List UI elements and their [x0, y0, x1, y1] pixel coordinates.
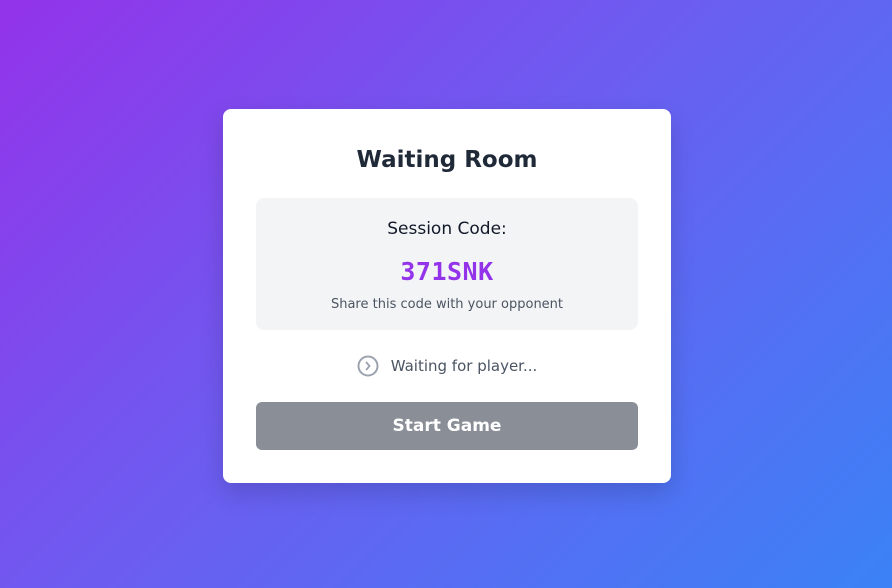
waiting-room-card: Waiting Room Session Code: 371SNK Share …	[223, 109, 671, 483]
page-title: Waiting Room	[356, 147, 538, 173]
session-code-value[interactable]: 371SNK	[256, 257, 638, 287]
spinner-icon	[357, 355, 379, 377]
waiting-status: Waiting for player...	[256, 354, 638, 378]
start-game-button[interactable]: Start Game	[256, 402, 638, 450]
session-code-panel: Session Code: 371SNK Share this code wit…	[256, 198, 638, 330]
session-code-label: Session Code:	[387, 219, 507, 239]
waiting-status-text: Waiting for player...	[390, 357, 538, 375]
session-code-hint: Share this code with your opponent	[330, 297, 564, 312]
